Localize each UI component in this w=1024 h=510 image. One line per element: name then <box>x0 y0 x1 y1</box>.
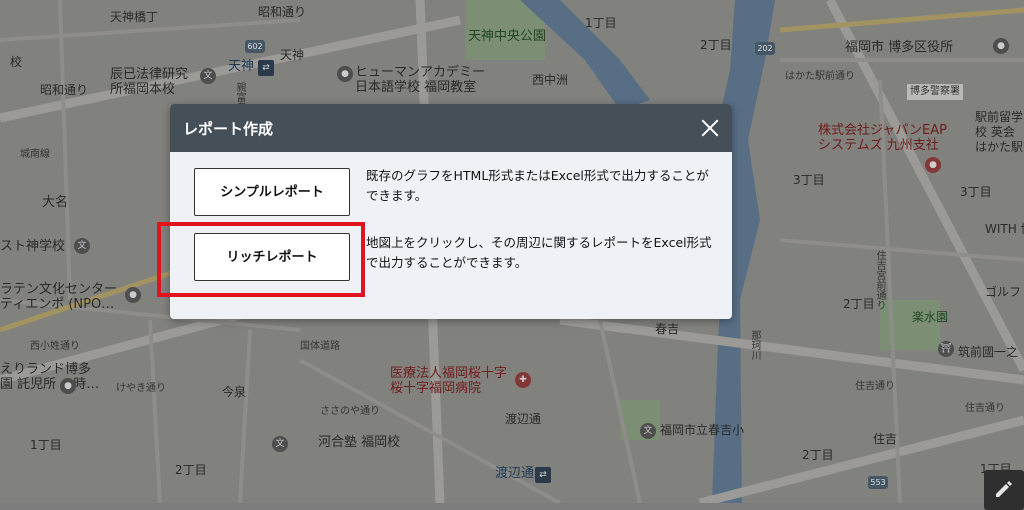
dialog-title: レポート作成 <box>183 120 274 138</box>
close-icon[interactable] <box>696 114 724 142</box>
dialog-header: レポート作成 <box>170 104 732 152</box>
simple-report-description: 既存のグラフをHTML形式またはExcel形式で出力することができます。 <box>366 168 709 203</box>
simple-report-button[interactable]: シンプルレポート <box>194 168 350 216</box>
edit-button[interactable] <box>984 470 1024 510</box>
rich-report-description: 地図上をクリックし、その周辺に関するレポートをExcel形式で出力することができ… <box>366 235 712 270</box>
pencil-icon <box>996 481 1012 497</box>
highlight-box <box>157 222 365 297</box>
